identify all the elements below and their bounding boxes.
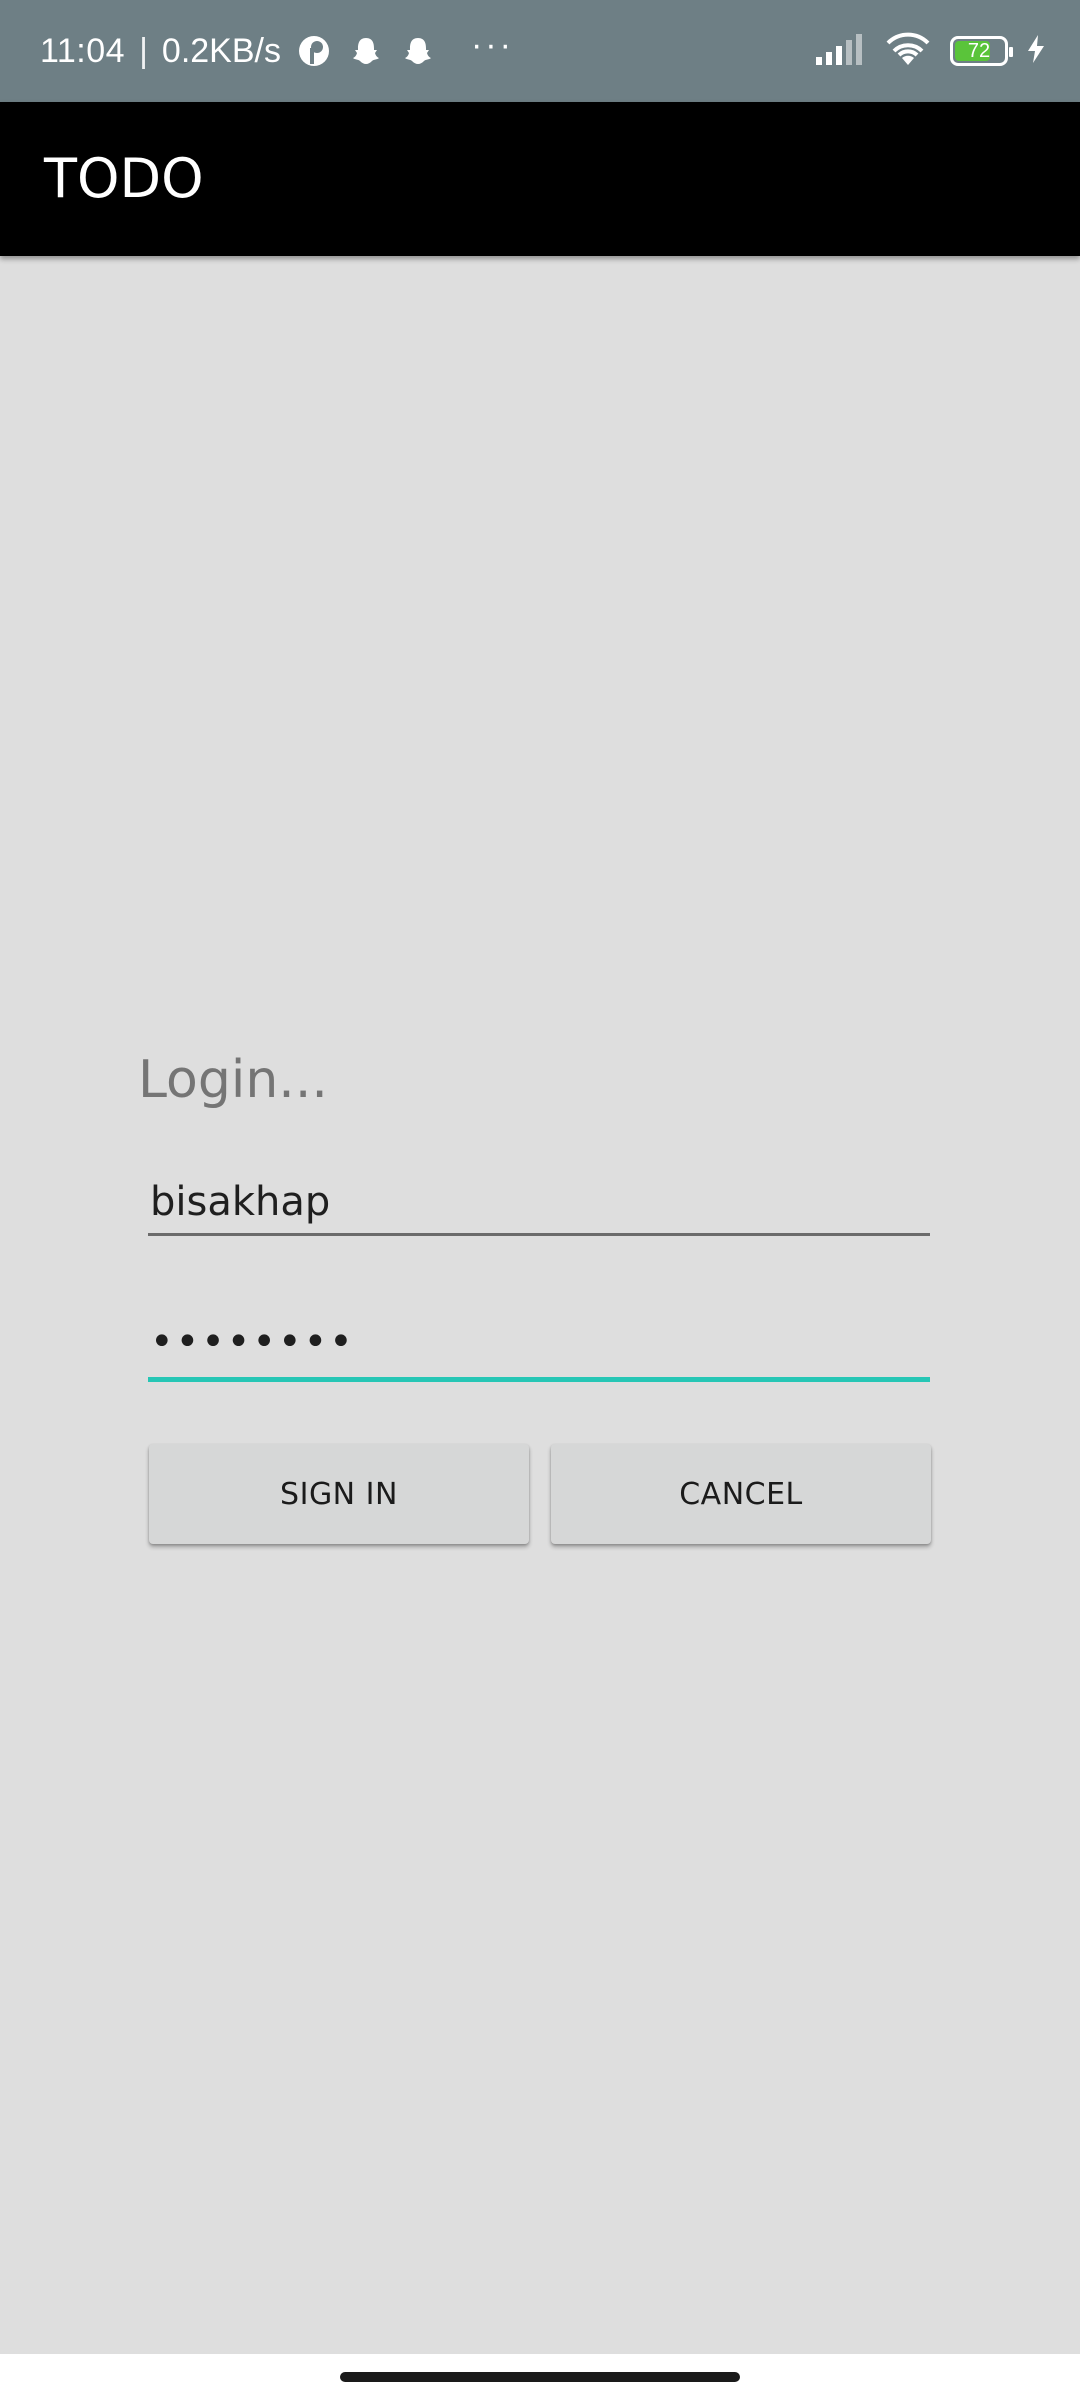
app-title: TODO [44, 147, 204, 210]
more-notifications-icon: ··· [470, 25, 514, 64]
sign-in-button[interactable]: SIGN IN [149, 1444, 529, 1544]
battery-icon: 72 [950, 36, 1013, 66]
snapchat-icon [399, 32, 437, 70]
status-bar: 11:04 | 0.2KB/s ··· 72 [0, 0, 1080, 102]
pinterest-like-icon [295, 32, 333, 70]
password-field[interactable] [148, 1306, 930, 1382]
battery-level: 72 [967, 39, 991, 62]
username-field[interactable] [148, 1170, 930, 1236]
login-heading: Login... [138, 1050, 328, 1110]
wifi-icon [884, 31, 932, 71]
network-speed: 0.2KB/s [161, 31, 281, 70]
status-time: 11:04 [40, 31, 126, 70]
status-right: 72 [814, 0, 1046, 102]
snapchat-icon [347, 32, 385, 70]
home-gesture-handle[interactable] [340, 2372, 740, 2382]
cancel-button[interactable]: CANCEL [551, 1444, 931, 1544]
navigation-bar [0, 2354, 1080, 2400]
cellular-signal-icon [814, 33, 866, 69]
bolt-icon [1026, 34, 1046, 68]
status-separator: | [139, 31, 148, 70]
status-left: 11:04 | 0.2KB/s ··· [40, 0, 514, 102]
app-bar: TODO [0, 102, 1080, 256]
